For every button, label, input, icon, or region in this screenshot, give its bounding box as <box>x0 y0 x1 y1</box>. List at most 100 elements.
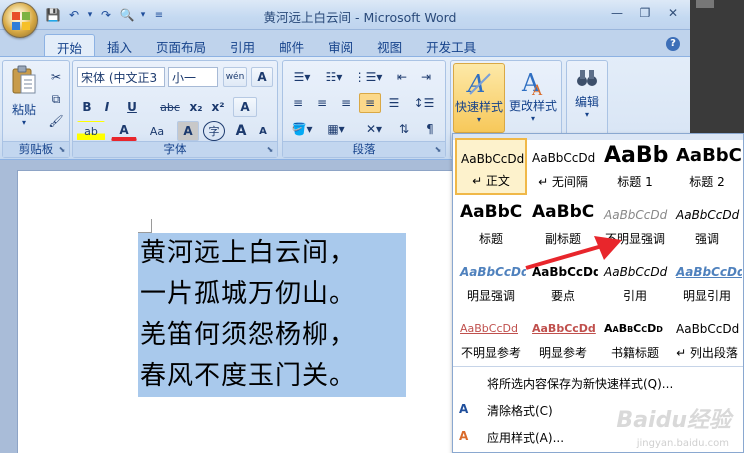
tab-page-layout[interactable]: 页面布局 <box>144 34 218 56</box>
margin-corner-mark <box>138 219 152 233</box>
restore-button[interactable]: ❐ <box>632 4 658 22</box>
style-tile-quote[interactable]: AaBbCcDd 引用 <box>599 252 671 309</box>
font-color-button[interactable]: A <box>111 121 137 141</box>
tab-references[interactable]: 引用 <box>218 34 267 56</box>
office-logo-icon <box>12 12 30 30</box>
style-sample: AaBbC <box>460 202 523 222</box>
style-sample: AaBbCcDd <box>460 322 518 335</box>
change-styles-button[interactable]: A A 更改样式 ▾ <box>507 63 559 133</box>
superscript-button[interactable]: x² <box>207 97 229 117</box>
style-tile-intense-reference[interactable]: AaBbCcDd 明显参考 <box>527 309 599 366</box>
editing-button[interactable]: 编辑 ▾ <box>569 67 605 119</box>
quick-styles-button[interactable]: A 快速样式 ▾ <box>453 63 505 133</box>
enclose-characters-button[interactable]: 字 <box>203 121 225 141</box>
font-launcher-icon[interactable]: ⬊ <box>265 145 275 155</box>
shrink-font-button[interactable]: A <box>253 121 273 141</box>
style-tile-emphasis[interactable]: AaBbCcDd 强调 <box>671 195 743 252</box>
underline-button[interactable]: U <box>119 97 145 117</box>
chinese-layout-icon[interactable]: ✕▾ <box>359 119 389 139</box>
style-sample: AaBbCcDd <box>676 265 743 279</box>
style-label: ↵ 正文 <box>472 174 510 188</box>
copy-icon[interactable]: ⧉ <box>47 89 65 109</box>
baidu-watermark-url: jingyan.baidu.com <box>636 438 729 449</box>
tab-insert[interactable]: 插入 <box>95 34 144 56</box>
paste-icon <box>12 65 36 94</box>
style-sample: AaBbCcDd <box>604 208 668 222</box>
format-painter-icon[interactable]: 🖌 <box>47 111 65 131</box>
clipboard-launcher-icon[interactable]: ⬊ <box>57 145 67 155</box>
tab-home[interactable]: 开始 <box>44 34 96 56</box>
style-tile-strong[interactable]: AaBbCcDd 要点 <box>527 252 599 309</box>
quick-styles-icon: A <box>466 70 491 98</box>
justify-icon[interactable]: ≡ <box>359 93 381 113</box>
tab-developer[interactable]: 开发工具 <box>414 34 488 56</box>
style-label: 标题 2 <box>689 175 725 189</box>
close-button[interactable]: ✕ <box>660 4 686 22</box>
document-text[interactable]: 黄河远上白云间， 一片孤城万仞山。 羌笛何须怨杨柳， 春风不度玉门关。 <box>140 233 356 397</box>
style-tile-title[interactable]: AaBbC 标题 <box>455 195 527 252</box>
tab-review[interactable]: 审阅 <box>316 34 365 56</box>
style-label: 强调 <box>694 232 719 246</box>
italic-button[interactable]: I <box>97 97 117 117</box>
align-left-icon[interactable]: ≡ <box>287 93 309 113</box>
document-page[interactable]: 黄河远上白云间， 一片孤城万仞山。 羌笛何须怨杨柳， 春风不度玉门关。 <box>17 170 457 453</box>
distributed-icon[interactable]: ☰ <box>383 93 405 113</box>
document-area: 黄河远上白云间， 一片孤城万仞山。 羌笛何须怨杨柳， 春风不度玉门关。 <box>0 160 457 453</box>
grow-font-button[interactable]: A <box>231 121 251 141</box>
style-tile-intense-quote[interactable]: AaBbCcDd 明显引用 <box>671 252 743 309</box>
font-name-select[interactable]: 宋体 (中文正3 <box>77 67 165 87</box>
style-tile-book-title[interactable]: AaBbCcDd 书籍标题 <box>599 309 671 366</box>
show-marks-icon[interactable]: ¶ <box>419 119 441 139</box>
paste-button[interactable]: 粘贴 ▾ <box>7 65 41 127</box>
decrease-indent-icon[interactable]: ⇤ <box>391 67 413 87</box>
gallery-divider <box>453 366 743 367</box>
tab-mailings[interactable]: 邮件 <box>267 34 316 56</box>
text-highlight-button[interactable]: ab <box>77 121 105 141</box>
style-sample: AaBbCcDd <box>460 265 527 279</box>
increase-indent-icon[interactable]: ⇥ <box>415 67 437 87</box>
title-bar: 💾 ↶ ▾ ↷ 🔍 ▾ ≡ 黄河远上白云间 - Microsoft Word —… <box>0 0 690 30</box>
char-shading-button[interactable]: A <box>177 121 199 141</box>
style-tile-no-spacing[interactable]: AaBbCcDd ↵ 无间隔 <box>527 138 599 195</box>
align-center-icon[interactable]: ≡ <box>311 93 333 113</box>
style-tile-subtitle[interactable]: AaBbC 副标题 <box>527 195 599 252</box>
sort-icon[interactable]: ⇅ <box>393 119 415 139</box>
style-tile-intense-emphasis[interactable]: AaBbCcDd 明显强调 <box>455 252 527 309</box>
save-as-quick-style-item[interactable]: 将所选内容保存为新快速样式(Q)... <box>453 370 743 397</box>
office-button[interactable] <box>2 2 38 38</box>
paragraph-launcher-icon[interactable]: ⬊ <box>433 145 443 155</box>
line-spacing-icon[interactable]: ↕☰ <box>409 93 439 113</box>
font-group-label: 字体 <box>73 141 277 157</box>
bold-button[interactable]: B <box>77 97 97 117</box>
style-tile-normal[interactable]: AaBbCcDd ↵ 正文 <box>455 138 527 195</box>
cut-icon[interactable]: ✂ <box>47 67 65 87</box>
style-sample: AaBbCcDd <box>676 322 740 336</box>
tab-view[interactable]: 视图 <box>365 34 414 56</box>
change-case-button[interactable]: Aa <box>143 121 171 141</box>
clear-format-button[interactable]: A <box>233 97 257 117</box>
bullets-icon[interactable]: ☰▾ <box>287 67 317 87</box>
style-tile-heading-2[interactable]: AaBbC 标题 2 <box>671 138 743 195</box>
style-sample: AaBb <box>604 143 669 168</box>
multilevel-list-icon[interactable]: ⋮☰▾ <box>351 67 385 87</box>
style-tile-list-paragraph[interactable]: AaBbCcDd ↵ 列出段落 <box>671 309 743 366</box>
poem-line: 一片孤城万仞山。 <box>140 279 357 309</box>
style-label: ↵ 列出段落 <box>676 346 738 360</box>
style-tile-heading-1[interactable]: AaBb 标题 1 <box>599 138 671 195</box>
style-sample: AaBbCcDd <box>676 208 740 222</box>
quick-styles-label: 快速样式 <box>454 100 503 114</box>
numbering-icon[interactable]: ☷▾ <box>319 67 349 87</box>
borders-icon[interactable]: ▦▾ <box>321 119 351 139</box>
strikethrough-button[interactable]: abc <box>155 97 185 117</box>
align-right-icon[interactable]: ≡ <box>335 93 357 113</box>
style-tile-subtle-reference[interactable]: AaBbCcDd 不明显参考 <box>455 309 527 366</box>
char-border-button[interactable]: A <box>251 67 273 87</box>
minimize-button[interactable]: — <box>604 4 630 22</box>
font-size-select[interactable]: 小一 <box>168 67 218 87</box>
help-icon[interactable]: ? <box>666 37 680 51</box>
style-tile-subtle-emphasis[interactable]: AaBbCcDd 不明显强调 <box>599 195 671 252</box>
phonetic-guide-button[interactable]: wén <box>223 67 247 87</box>
shading-icon[interactable]: 🪣▾ <box>287 119 317 139</box>
font-group: 宋体 (中文正3 小一 wén A B I U abc x₂ x² A ab A… <box>72 60 278 158</box>
subscript-button[interactable]: x₂ <box>185 97 207 117</box>
